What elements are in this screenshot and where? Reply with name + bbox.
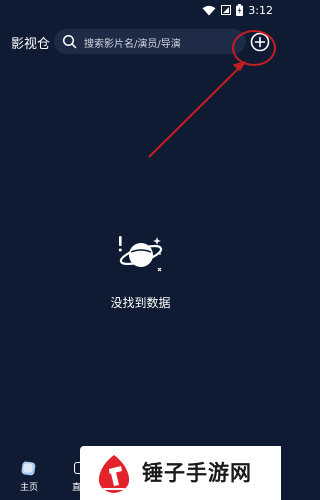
- nav-home-label: 主页: [19, 483, 38, 493]
- planet-icon: [118, 236, 163, 272]
- home-icon: [21, 461, 36, 476]
- watermark-text: 锤子手游网: [142, 461, 252, 485]
- empty-state: 没找到数据: [0, 230, 281, 320]
- empty-message: 没找到数据: [110, 296, 171, 310]
- watermark: 锤子手游网: [80, 446, 281, 500]
- hammer-logo-icon: [98, 455, 130, 493]
- nav-item-home[interactable]: 主页: [16, 460, 42, 500]
- annotation-arrow: [148, 61, 246, 158]
